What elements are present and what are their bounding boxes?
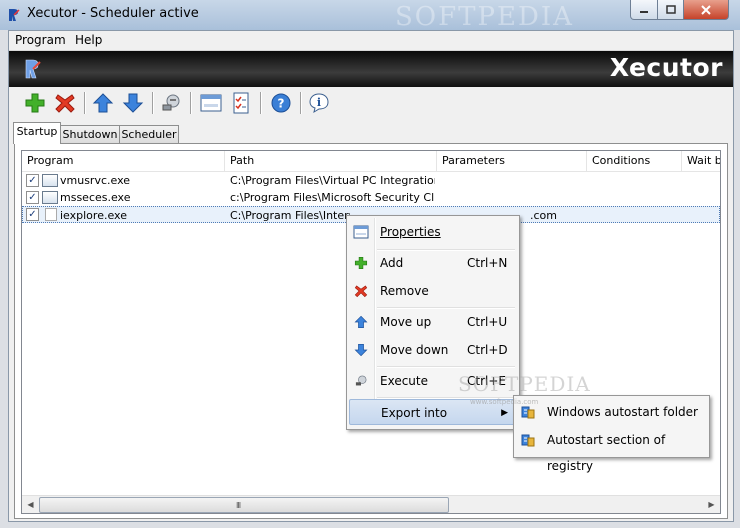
row-checkbox[interactable]: ✓ <box>26 208 39 221</box>
add-icon <box>354 256 368 270</box>
help-button[interactable]: ? <box>269 91 293 115</box>
menu-help[interactable]: Help <box>75 33 102 47</box>
tab-strip: Startup Shutdown Scheduler <box>9 120 733 144</box>
cell-program: iexplore.exe <box>60 209 127 222</box>
app-icon <box>9 9 20 21</box>
submenu-item-registry[interactable]: Autostart section of registry <box>516 427 705 473</box>
menu-shortcut: Ctrl+U <box>467 315 508 329</box>
toolbar: ? i <box>9 88 733 120</box>
checklist-button[interactable] <box>229 91 253 115</box>
table-row[interactable]: ✓ vmusrvc.exe C:\Program Files\Virtual P… <box>22 172 720 189</box>
banner: Xecutor <box>9 51 733 87</box>
move-down-button[interactable] <box>121 91 145 115</box>
menu-label: Properties <box>380 225 441 239</box>
close-button[interactable] <box>684 0 729 20</box>
menu-label: Autostart section of registry <box>547 433 666 473</box>
col-parameters[interactable]: Parameters <box>437 151 587 171</box>
logo-icon <box>25 59 41 79</box>
tab-startup[interactable]: Startup <box>13 122 61 144</box>
move-up-button[interactable] <box>91 91 115 115</box>
shortcut-icon <box>521 406 535 419</box>
minimize-button[interactable] <box>630 0 658 20</box>
menu-program[interactable]: Program <box>15 33 66 47</box>
menu-label: Move up <box>380 315 432 329</box>
move-up-icon <box>92 93 114 113</box>
scroll-grip: III <box>236 501 241 510</box>
exe-icon <box>42 191 58 204</box>
table-row[interactable]: ✓ msseces.exe c:\Program Files\Microsoft… <box>22 189 720 206</box>
col-wait[interactable]: Wait b <box>682 151 720 171</box>
softpedia-watermark: SOFTPEDIA <box>458 372 591 396</box>
menu-label: Windows autostart folder <box>547 405 698 419</box>
tab-shutdown[interactable]: Shutdown <box>60 125 120 143</box>
menu-item-remove[interactable]: Remove <box>349 278 515 304</box>
window-title: Xecutor - Scheduler active <box>27 6 199 21</box>
row-checkbox[interactable]: ✓ <box>26 191 39 204</box>
watermark: SOFTPEDIA <box>395 2 574 32</box>
help-icon: ? <box>271 93 291 113</box>
col-program[interactable]: Program <box>22 151 225 171</box>
scroll-left-arrow[interactable]: ◀ <box>22 496 39 513</box>
banner-title: Xecutor <box>609 53 723 82</box>
menu-label: Remove <box>380 284 429 298</box>
col-conditions[interactable]: Conditions <box>587 151 682 171</box>
execute-icon <box>355 375 367 386</box>
maximize-icon <box>665 5 676 14</box>
properties-button[interactable] <box>199 91 223 115</box>
list-header: Program Path Parameters Conditions Wait … <box>22 151 720 172</box>
exe-icon <box>42 174 58 187</box>
cell-parameters: .com <box>530 209 557 222</box>
col-path[interactable]: Path <box>225 151 437 171</box>
scroll-right-arrow[interactable]: ▶ <box>703 496 720 513</box>
info-icon: i <box>309 93 329 114</box>
checklist-icon <box>233 92 249 114</box>
menu-label: Move down <box>380 343 449 357</box>
add-button[interactable] <box>23 91 47 115</box>
cell-path: C:\Program Files\Virtual PC Integration … <box>230 174 435 187</box>
execute-icon <box>162 94 180 111</box>
submenu-item-autostart-folder[interactable]: Windows autostart folder <box>516 399 705 425</box>
cell-path: c:\Program Files\Microsoft Security Clie… <box>230 191 435 204</box>
info-button[interactable]: i <box>307 91 331 115</box>
remove-button[interactable] <box>53 91 77 115</box>
add-icon <box>25 93 45 113</box>
minimize-icon <box>640 10 648 13</box>
menu-label: Execute <box>380 374 428 388</box>
remove-icon <box>55 94 75 113</box>
menu-item-move-up[interactable]: Move up Ctrl+U <box>349 309 515 335</box>
remove-icon <box>354 285 368 298</box>
move-down-icon <box>354 343 368 357</box>
tab-scheduler[interactable]: Scheduler <box>119 125 179 143</box>
cell-program: msseces.exe <box>60 191 131 204</box>
close-icon <box>701 4 711 15</box>
maximize-button[interactable] <box>658 0 684 20</box>
horizontal-scrollbar[interactable]: ◀ III ▶ <box>22 495 720 513</box>
cell-path: C:\Program Files\Interne <box>230 209 350 222</box>
softpedia-url: www.softpedia.com <box>470 398 539 406</box>
move-down-icon <box>122 93 144 113</box>
window-icon <box>200 94 222 112</box>
export-submenu: Windows autostart folder Autostart secti… <box>513 395 710 473</box>
cell-program: vmusrvc.exe <box>60 174 131 187</box>
row-checkbox[interactable]: ✓ <box>26 174 39 187</box>
properties-icon <box>353 225 369 239</box>
menu-item-properties[interactable]: Properties <box>349 219 515 245</box>
menu-item-add[interactable]: Add Ctrl+N <box>349 250 515 276</box>
menu-label: Export into <box>381 406 448 420</box>
menu-shortcut: Ctrl+N <box>467 256 508 270</box>
menu-bar: Program Help <box>9 31 733 51</box>
svg-text:i: i <box>317 96 321 109</box>
title-bar[interactable]: Xecutor - Scheduler active SOFTPEDIA <box>0 0 740 32</box>
registry-icon <box>521 434 535 447</box>
ie-icon <box>45 208 57 221</box>
menu-shortcut: Ctrl+D <box>467 343 508 357</box>
menu-item-move-down[interactable]: Move down Ctrl+D <box>349 337 515 363</box>
app-window: Xecutor - Scheduler active SOFTPEDIA Pro… <box>0 0 740 528</box>
svg-text:?: ? <box>278 97 285 111</box>
menu-label: Add <box>380 256 404 270</box>
move-up-icon <box>354 315 368 329</box>
execute-button[interactable] <box>159 91 183 115</box>
scroll-thumb[interactable]: III <box>39 497 449 513</box>
